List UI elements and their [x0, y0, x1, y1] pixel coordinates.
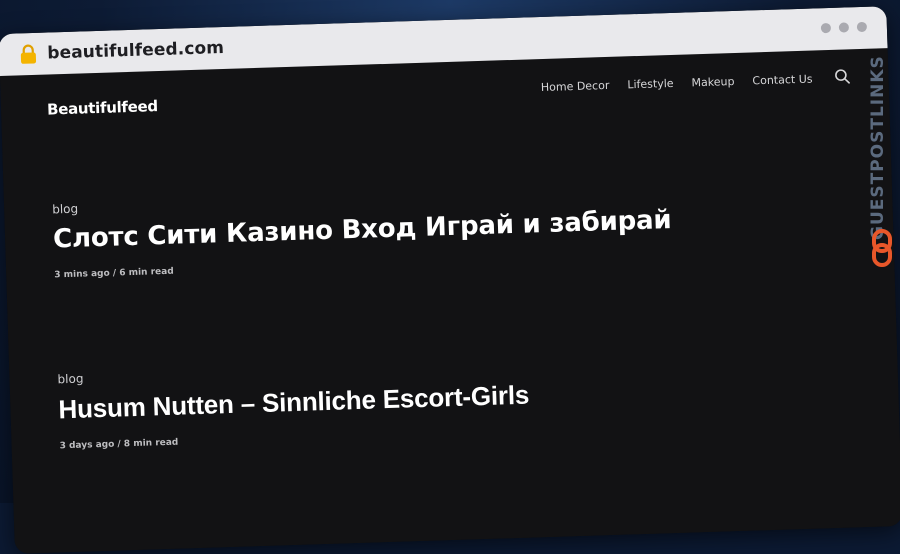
- chain-link-icon: [872, 229, 892, 267]
- browser-stage: beautifulfeed.com Beautifulfeed Home Dec…: [0, 0, 900, 554]
- watermark-text: GUESTPOSTLINKS: [868, 55, 888, 240]
- post-title[interactable]: Husum Nutten – Sinnliche Escort-Girls: [58, 380, 530, 426]
- site-logo[interactable]: Beautifulfeed: [47, 97, 158, 118]
- window-dot[interactable]: [838, 22, 850, 33]
- search-icon[interactable]: [834, 68, 850, 84]
- nav-home-decor[interactable]: Home Decor: [541, 79, 610, 94]
- lock-icon: [20, 44, 37, 64]
- post-item: blog Слотс Сити Казино Вход Играй и заби…: [52, 183, 673, 281]
- main-nav: Home Decor Lifestyle Makeup Contact Us: [541, 73, 813, 95]
- post-meta: 3 days ago / 8 min read: [59, 437, 179, 452]
- watermark: GUESTPOSTLINKS: [868, 40, 898, 280]
- nav-makeup[interactable]: Makeup: [691, 75, 734, 89]
- site-page: Beautifulfeed Home Decor Lifestyle Makeu…: [0, 48, 900, 554]
- url-text[interactable]: beautifulfeed.com: [47, 38, 224, 64]
- post-item: blog Husum Nutten – Sinnliche Escort-Gir…: [57, 358, 530, 452]
- window-dot[interactable]: [856, 21, 868, 33]
- window-controls: [820, 21, 868, 34]
- nav-lifestyle[interactable]: Lifestyle: [627, 77, 674, 91]
- window-dot[interactable]: [820, 22, 832, 34]
- browser-window: beautifulfeed.com Beautifulfeed Home Dec…: [0, 6, 900, 554]
- post-meta: 3 mins ago / 6 min read: [54, 266, 174, 281]
- nav-contact-us[interactable]: Contact Us: [752, 73, 812, 88]
